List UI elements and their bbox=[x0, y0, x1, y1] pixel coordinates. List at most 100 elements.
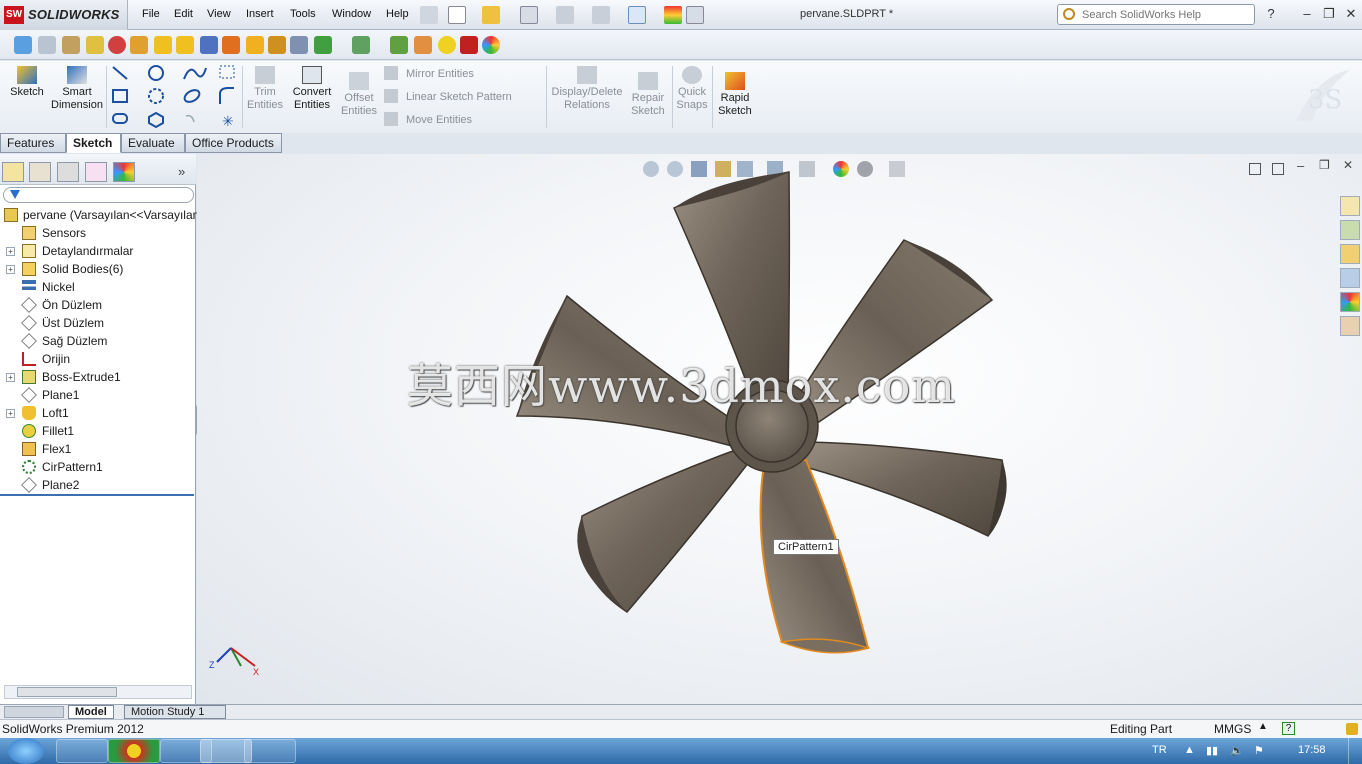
repair-sketch-button[interactable]: Repair Sketch bbox=[628, 72, 668, 118]
units-selector[interactable]: MMGS bbox=[1214, 722, 1251, 736]
tree-item[interactable]: Plane1 bbox=[0, 386, 196, 404]
app-taskbar-icon[interactable] bbox=[244, 739, 296, 763]
display-manager-tab-icon[interactable] bbox=[113, 162, 135, 182]
menu-help[interactable]: Help bbox=[386, 8, 409, 20]
show-desktop-button[interactable] bbox=[1348, 738, 1362, 764]
plane-sketch-icon[interactable] bbox=[185, 114, 195, 123]
sketch-text-icon[interactable] bbox=[219, 65, 235, 79]
start-button[interactable] bbox=[8, 738, 44, 764]
tab-evaluate[interactable]: Evaluate bbox=[121, 133, 185, 153]
expand-toggle-icon[interactable]: + bbox=[6, 373, 15, 382]
find-icon[interactable] bbox=[38, 36, 56, 54]
close-button[interactable]: ✕ bbox=[1342, 6, 1360, 22]
circle-icon[interactable] bbox=[148, 65, 164, 81]
blade-bottom-selected[interactable] bbox=[759, 458, 871, 654]
tag-icon[interactable] bbox=[1346, 723, 1358, 735]
checkbox-icon[interactable] bbox=[154, 36, 172, 54]
compare-icon[interactable] bbox=[290, 36, 308, 54]
smart-dimension-button[interactable]: Smart Dimension bbox=[50, 66, 104, 112]
move-entities-button[interactable]: Move Entities bbox=[406, 114, 472, 126]
rapid-sketch-button[interactable]: Rapid Sketch bbox=[714, 72, 756, 118]
scrollbar-thumb[interactable] bbox=[17, 687, 117, 697]
appearance-icon[interactable] bbox=[482, 36, 500, 54]
rebuild-icon[interactable] bbox=[664, 6, 682, 24]
display-delete-relations-button[interactable]: Display/Delete Relations bbox=[550, 66, 624, 112]
tab-motion-study[interactable]: Motion Study 1 bbox=[124, 705, 226, 719]
check-green-icon[interactable] bbox=[314, 36, 332, 54]
help-question-icon[interactable]: ? bbox=[1262, 6, 1280, 22]
help-search-input[interactable] bbox=[1080, 7, 1230, 22]
flag-icon[interactable]: ⚑ bbox=[1254, 744, 1264, 757]
tab-office-products[interactable]: Office Products bbox=[185, 133, 282, 153]
folder-icon[interactable] bbox=[86, 36, 104, 54]
trim-entities-button[interactable]: Trim Entities bbox=[244, 66, 286, 112]
volume-icon[interactable]: 🔈 bbox=[1230, 744, 1244, 757]
expand-toggle-icon[interactable]: + bbox=[6, 265, 15, 274]
open-folder-icon[interactable] bbox=[482, 6, 500, 24]
solidworks-logo[interactable]: SW SOLIDWORKS bbox=[0, 0, 128, 30]
menu-view[interactable]: View bbox=[207, 8, 231, 20]
dimxpert-tab-icon[interactable] bbox=[85, 162, 107, 182]
configuration-tab-icon[interactable] bbox=[57, 162, 79, 182]
tree-item[interactable]: Fillet1 bbox=[0, 422, 196, 440]
tree-item[interactable]: Nickel bbox=[0, 278, 196, 296]
arc-icon[interactable] bbox=[148, 88, 164, 104]
expand-toggle-icon[interactable]: + bbox=[6, 409, 15, 418]
spell-check-icon[interactable] bbox=[14, 36, 32, 54]
table-icon[interactable] bbox=[62, 36, 80, 54]
menu-window[interactable]: Window bbox=[332, 8, 371, 20]
line-icon[interactable] bbox=[112, 66, 128, 80]
feature-tree-tab-icon[interactable] bbox=[2, 162, 24, 182]
tree-item[interactable]: Sensors bbox=[0, 224, 196, 242]
plugin-icon[interactable] bbox=[390, 36, 408, 54]
fillet-sketch-icon[interactable] bbox=[219, 87, 234, 104]
blade-lower-left[interactable] bbox=[577, 442, 754, 613]
tree-filter-input[interactable] bbox=[3, 187, 194, 203]
help-status-icon[interactable]: ? bbox=[1282, 722, 1295, 735]
options-icon[interactable] bbox=[686, 6, 704, 24]
mirror-entities-button[interactable]: Mirror Entities bbox=[406, 68, 474, 80]
linear-sketch-pattern-button[interactable]: Linear Sketch Pattern bbox=[406, 91, 512, 103]
warning-icon[interactable] bbox=[246, 36, 264, 54]
ellipse-icon[interactable] bbox=[183, 88, 202, 105]
tree-root[interactable]: pervane (Varsayılan<<Varsayılan bbox=[0, 206, 199, 224]
network-icon[interactable]: ▮▮ bbox=[1206, 744, 1218, 757]
check-circle-icon[interactable] bbox=[438, 36, 456, 54]
new-document-icon[interactable] bbox=[448, 6, 466, 24]
menu-file[interactable]: File bbox=[142, 8, 160, 20]
offset-entities-button[interactable]: Offset Entities bbox=[338, 72, 380, 118]
spline-icon[interactable] bbox=[183, 67, 207, 80]
units-arrow-icon[interactable]: ▲ bbox=[1258, 721, 1268, 732]
convert-entities-button[interactable]: Convert Entities bbox=[288, 66, 336, 112]
stop-icon[interactable] bbox=[460, 36, 478, 54]
undo-icon[interactable] bbox=[592, 6, 610, 24]
language-indicator[interactable]: TR bbox=[1152, 744, 1167, 756]
save-icon[interactable] bbox=[520, 6, 538, 24]
rectangle-icon[interactable] bbox=[112, 89, 128, 103]
polygon-icon[interactable] bbox=[148, 111, 164, 128]
tree-item[interactable]: + Solid Bodies(6) bbox=[0, 260, 196, 278]
graphics-area[interactable]: – ❐ ✕ X Z 莫西网www.3dmox.com CirPattern1 bbox=[197, 154, 1362, 704]
menu-edit[interactable]: Edit bbox=[174, 8, 193, 20]
expand-toggle-icon[interactable]: + bbox=[6, 247, 15, 256]
help-search-box[interactable] bbox=[1057, 4, 1255, 25]
point-icon[interactable]: ✳ bbox=[222, 114, 234, 128]
blade-right[interactable] bbox=[801, 441, 1007, 537]
sum-icon[interactable] bbox=[200, 36, 218, 54]
property-manager-tab-icon[interactable] bbox=[29, 162, 51, 182]
select-arrow-icon[interactable] bbox=[628, 6, 646, 24]
checkbox-2-icon[interactable] bbox=[176, 36, 194, 54]
update-icon[interactable] bbox=[352, 36, 370, 54]
tab-scroll-arrows[interactable] bbox=[4, 706, 64, 718]
cross-icon[interactable] bbox=[222, 36, 240, 54]
tree-item[interactable]: Ön Düzlem bbox=[0, 296, 196, 314]
sketch-button[interactable]: Sketch bbox=[6, 66, 48, 99]
explorer-taskbar-icon[interactable] bbox=[56, 739, 108, 763]
propeller-model[interactable]: X Z bbox=[197, 154, 1362, 704]
tree-item[interactable]: + Boss-Extrude1 bbox=[0, 368, 196, 386]
gear-colored-icon[interactable] bbox=[414, 36, 432, 54]
tree-item[interactable]: Sağ Düzlem bbox=[0, 332, 196, 350]
pin-icon[interactable] bbox=[420, 6, 438, 24]
tree-item[interactable]: Orijin bbox=[0, 350, 196, 368]
expand-panel-icon[interactable]: » bbox=[178, 164, 185, 179]
